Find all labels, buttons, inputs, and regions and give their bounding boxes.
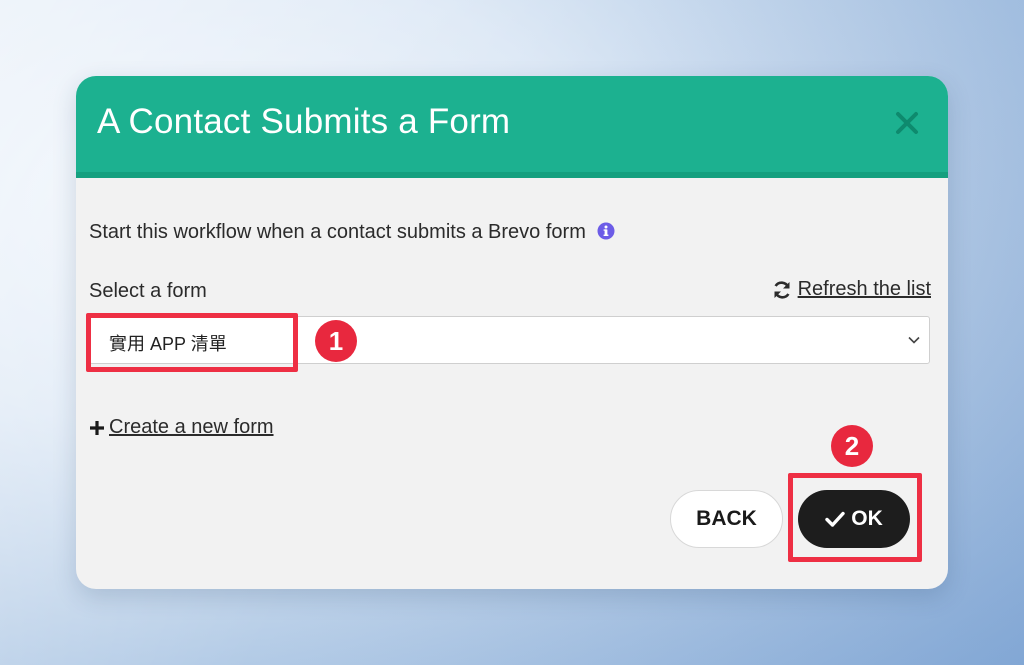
back-button[interactable]: BACK [670, 490, 783, 548]
trigger-description: Start this workflow when a contact submi… [89, 221, 615, 246]
annotation-highlight-ok-button [788, 473, 922, 562]
description-text: Start this workflow when a contact submi… [89, 221, 586, 243]
dialog-header: A Contact Submits a Form [76, 76, 948, 178]
annotation-step-2-badge: 2 [831, 425, 873, 467]
annotation-highlight-form-select [86, 313, 298, 372]
refresh-icon [774, 280, 790, 299]
annotation-step-1-badge: 1 [315, 320, 357, 362]
select-form-label: Select a form [89, 280, 207, 302]
close-button[interactable] [892, 106, 922, 140]
plus-icon [90, 420, 104, 435]
refresh-list-label: Refresh the list [797, 278, 931, 300]
create-new-form-label: Create a new form [109, 416, 274, 438]
refresh-list-link[interactable]: Refresh the list [772, 278, 931, 301]
dialog-title: A Contact Submits a Form [97, 102, 511, 141]
close-icon [896, 112, 918, 134]
create-new-form-link[interactable]: Create a new form [89, 416, 274, 439]
chevron-down-icon [908, 336, 920, 344]
info-icon[interactable] [597, 222, 615, 246]
